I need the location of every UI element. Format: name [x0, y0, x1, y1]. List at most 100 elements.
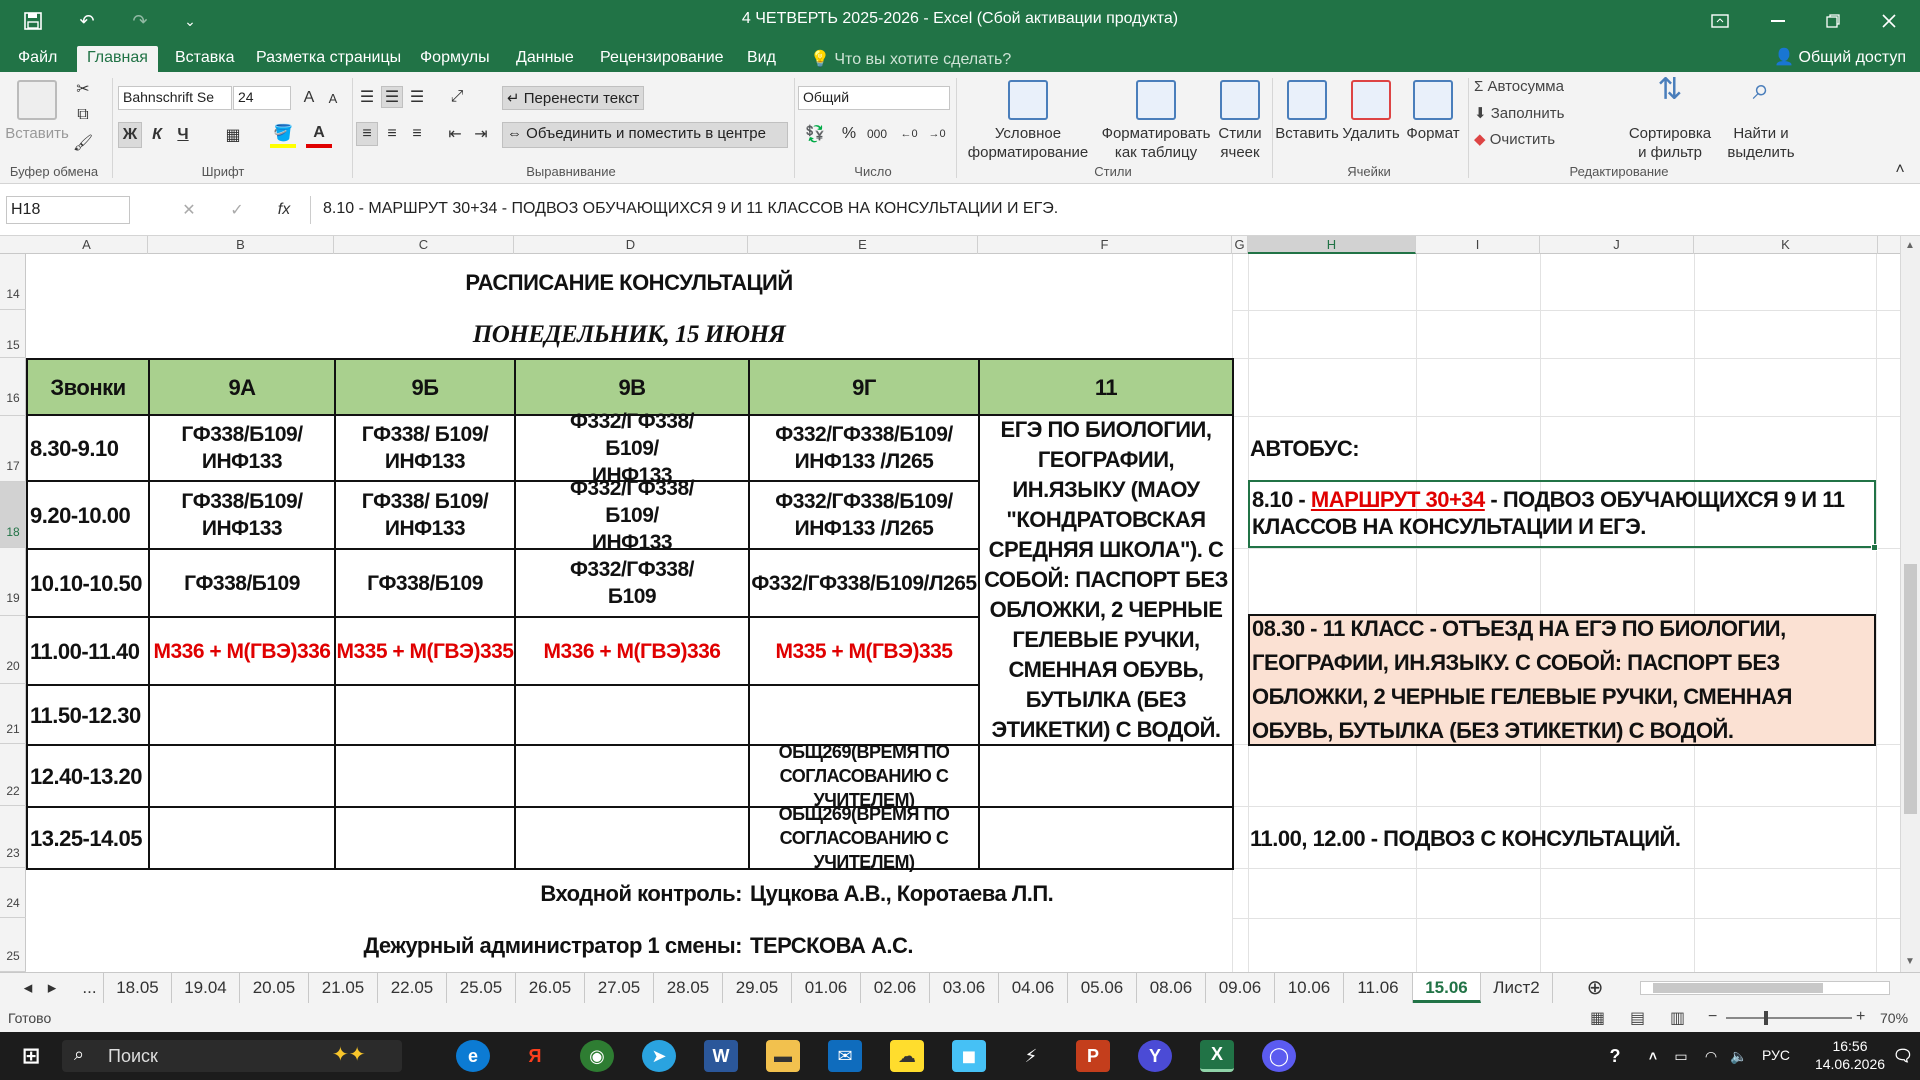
row-header[interactable]: 15 [0, 310, 26, 358]
lesson-cell[interactable]: Ф332/ГФ338/Б109/Л265 [748, 548, 980, 618]
volume-icon[interactable]: 🔈 [1722, 1040, 1756, 1072]
sheet-tab[interactable]: 25.05 [447, 973, 516, 1003]
lesson-cell[interactable]: Ф332/ГФ338/ Б109/ИНФ133 [514, 477, 750, 554]
row-header[interactable]: 25 [0, 918, 26, 972]
wrap-text-button[interactable]: ↵ Перенести текст [502, 86, 644, 110]
bold-button[interactable]: Ж [118, 122, 142, 148]
yandex-disk-icon[interactable]: ☁ [890, 1040, 924, 1072]
sheet-tab[interactable]: 03.06 [930, 973, 999, 1003]
chrome-icon[interactable]: ◉ [580, 1040, 614, 1072]
collapse-ribbon-icon[interactable]: ˄ [1890, 160, 1910, 180]
redo-icon[interactable]: ↷ [125, 4, 155, 38]
scroll-down-icon[interactable]: ▼ [1905, 956, 1915, 967]
lesson-cell[interactable]: Ф332/ГФ338/Б109/ИНФ133 /Л265 [748, 414, 980, 482]
confirm-entry-icon[interactable]: ✓ [226, 196, 248, 224]
fill-handle[interactable] [1871, 544, 1878, 551]
battery-icon[interactable]: ▭ [1664, 1040, 1698, 1072]
page-layout-view-icon[interactable]: ▤ [1630, 1008, 1645, 1028]
cancel-entry-icon[interactable]: ✕ [178, 196, 200, 224]
row-header[interactable]: 23 [0, 806, 26, 868]
prev-sheet-icon[interactable]: ◂ [18, 973, 38, 1003]
align-bottom-icon[interactable]: ☰ [406, 86, 428, 108]
tell-me-search[interactable]: 💡 Что вы хотите сделать? [800, 46, 1021, 72]
lesson-cell[interactable]: ГФ338/Б109 [334, 548, 516, 618]
header-9b[interactable]: 9Б [334, 358, 516, 416]
sheet-tab[interactable]: 28.05 [654, 973, 723, 1003]
notifications-icon[interactable]: 🗨 [1890, 1040, 1916, 1072]
empty-cell[interactable] [978, 806, 1234, 870]
currency-icon[interactable]: 💱 [800, 122, 830, 146]
column-header-j[interactable]: J [1540, 236, 1694, 254]
format-cells-button[interactable]: Формат [1402, 80, 1464, 143]
admin-value[interactable]: ТЕРСКОВА А.С. [748, 918, 1228, 972]
save-icon[interactable] [18, 4, 48, 38]
sheet-tab[interactable]: 19.04 [172, 973, 240, 1003]
insert-cells-button[interactable]: Вставить [1274, 80, 1340, 143]
decrease-decimal-icon[interactable]: →0 [926, 122, 948, 146]
orientation-icon[interactable]: ⤢ [444, 86, 470, 108]
time-cell[interactable]: 11.50-12.30 [26, 684, 150, 746]
empty-cell[interactable] [978, 744, 1234, 808]
empty-cell[interactable] [148, 684, 336, 746]
header-9g[interactable]: 9Г [748, 358, 980, 416]
sheet-tab[interactable]: 02.06 [861, 973, 930, 1003]
increase-indent-icon[interactable]: ⇥ [470, 122, 492, 146]
powerpoint-icon[interactable]: P [1076, 1040, 1110, 1072]
cell-styles-button[interactable]: Стили ячеек [1212, 80, 1268, 162]
restore-icon[interactable] [1810, 4, 1856, 38]
column-header-e[interactable]: E [748, 236, 978, 254]
shrink-font-icon[interactable]: A [322, 86, 344, 110]
close-icon[interactable] [1866, 4, 1912, 38]
delete-cells-button[interactable]: Удалить [1340, 80, 1402, 143]
lesson-cell[interactable]: ГФ338/Б109/ИНФ133 [148, 414, 336, 482]
sheet-tab-active[interactable]: 15.06 [1413, 973, 1481, 1003]
row-header[interactable]: 17 [0, 416, 26, 482]
tab-home[interactable]: Главная [77, 46, 158, 72]
row-header[interactable]: 24 [0, 868, 26, 918]
column-header-f[interactable]: F [978, 236, 1232, 254]
minimize-icon[interactable] [1755, 4, 1801, 38]
header-9a[interactable]: 9А [148, 358, 336, 416]
yandex-browser-icon[interactable]: Я [518, 1040, 552, 1072]
sheet-tab[interactable]: Лист2 [1481, 973, 1553, 1003]
insert-function-icon[interactable]: fx [272, 196, 296, 224]
column-header-i[interactable]: I [1416, 236, 1540, 254]
header-11[interactable]: 11 [978, 358, 1234, 416]
time-cell[interactable]: 13.25-14.05 [26, 806, 150, 870]
excel-icon[interactable]: X [1200, 1040, 1234, 1072]
column-header-k[interactable]: K [1694, 236, 1878, 254]
file-explorer-icon[interactable]: ▬ [766, 1040, 800, 1072]
windows-start-icon[interactable]: ⊞ [14, 1040, 48, 1072]
telegram-icon[interactable]: ➤ [642, 1040, 676, 1072]
time-cell[interactable]: 10.10-10.50 [26, 548, 150, 618]
sheet-tab[interactable]: 21.05 [309, 973, 378, 1003]
zoom-level[interactable]: 70% [1880, 1010, 1908, 1026]
copy-icon[interactable]: ⧉ [72, 104, 94, 126]
tab-formulas[interactable]: Формулы [410, 46, 500, 72]
control-value[interactable]: Цуцкова А.В., Коротаева Л.П. [748, 868, 1228, 918]
clock-date[interactable]: 14.06.2026 [1804, 1056, 1896, 1072]
autosum-button[interactable]: Σ Автосумма [1474, 78, 1564, 95]
column-header-a[interactable]: A [26, 236, 148, 254]
empty-cell[interactable] [514, 744, 750, 808]
vertical-scrollbar[interactable]: ▲ ▼ [1900, 236, 1920, 972]
lesson-cell[interactable]: М336 + М(ГВЭ)336 [514, 616, 750, 686]
control-label[interactable]: Входной контроль: [26, 868, 746, 918]
lesson-cell[interactable]: М335 + М(ГВЭ)335 [748, 616, 980, 686]
worksheet-grid[interactable]: РАСПИСАНИЕ КОНСУЛЬТАЦИЙ ПОНЕДЕЛЬНИК, 15 … [26, 254, 1900, 972]
horizontal-scrollbar[interactable] [1640, 981, 1890, 995]
bus-title[interactable]: АВТОБУС: [1250, 414, 1650, 482]
align-right-icon[interactable]: ≡ [406, 122, 428, 146]
sheet-tab[interactable]: 01.06 [792, 973, 861, 1003]
zoom-out-icon[interactable]: − [1708, 1008, 1717, 1026]
align-middle-icon[interactable]: ☰ [381, 86, 403, 108]
format-as-table-button[interactable]: Форматировать как таблицу [1096, 80, 1216, 162]
borders-icon[interactable]: ▦ [220, 122, 246, 148]
time-cell[interactable]: 11.00-11.40 [26, 616, 150, 686]
grow-font-icon[interactable]: A [298, 86, 320, 110]
sheet-tab[interactable]: 05.06 [1068, 973, 1137, 1003]
sheet-tab[interactable]: 09.06 [1206, 973, 1275, 1003]
undo-icon[interactable]: ↶ [72, 4, 102, 38]
clear-button[interactable]: ◆ Очистить [1474, 130, 1555, 148]
chat-app-icon[interactable]: ◯ [1262, 1040, 1296, 1072]
